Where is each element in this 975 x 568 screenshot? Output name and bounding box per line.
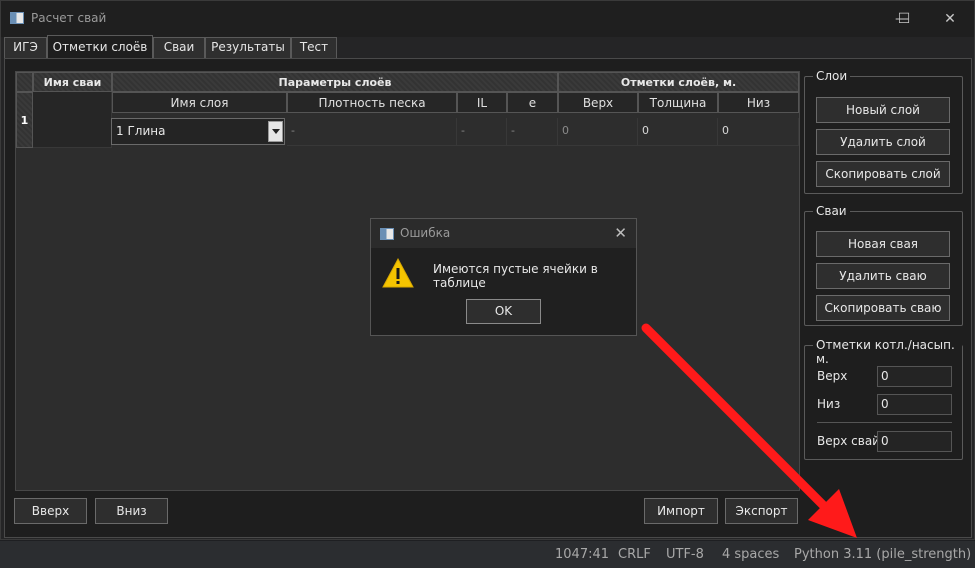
marks-divider [817, 422, 952, 423]
table-corner [16, 72, 33, 92]
header-layer-params[interactable]: Параметры слоёв [112, 72, 558, 92]
pile-top-label: Верх свай [817, 434, 880, 448]
tab-layer-marks[interactable]: Отметки слоёв [47, 35, 153, 58]
layer-name-value: 1 Глина [116, 124, 166, 138]
cell-e[interactable]: - [507, 118, 558, 146]
chevron-down-icon[interactable] [268, 121, 283, 142]
python-interpreter[interactable]: Python 3.11 (pile_strength) [794, 547, 971, 562]
marks-bottom-input[interactable]: 0 [877, 394, 952, 415]
cell-thickness[interactable]: 0 [638, 118, 718, 146]
cell-top[interactable]: 0 [558, 118, 638, 146]
title-bar[interactable]: Расчет свай — ☐ ✕ [1, 1, 974, 37]
copy-pile-button[interactable]: Скопировать сваю [816, 295, 950, 321]
layers-group-title: Слои [813, 69, 851, 83]
cell-pile-name[interactable] [33, 92, 112, 148]
pile-top-input[interactable]: 0 [877, 431, 952, 452]
piles-group-title: Сваи [813, 204, 850, 218]
cell-sand-density[interactable]: - [287, 118, 457, 146]
file-encoding[interactable]: UTF-8 [666, 547, 704, 562]
row-number[interactable]: 1 [16, 92, 33, 148]
line-endings[interactable]: CRLF [618, 547, 651, 562]
export-button[interactable]: Экспорт [725, 498, 798, 524]
ok-button[interactable]: OK [466, 299, 541, 324]
marks-bottom-label: Низ [817, 397, 841, 411]
dialog-title-bar[interactable]: Ошибка ✕ [371, 219, 636, 248]
maximize-button[interactable]: ☐ [881, 1, 927, 37]
header-layer-marks[interactable]: Отметки слоёв, м. [558, 72, 799, 92]
warning-icon [382, 257, 414, 288]
dialog-title: Ошибка [400, 226, 451, 240]
status-bar: 1047:41 CRLF UTF-8 4 spaces Python 3.11 … [0, 540, 975, 568]
error-dialog: Ошибка ✕ Имеются пустые ячейки в таблице… [370, 218, 637, 336]
delete-pile-button[interactable]: Удалить сваю [816, 263, 950, 289]
new-layer-button[interactable]: Новый слой [816, 97, 950, 123]
move-up-button[interactable]: Вверх [14, 498, 87, 524]
tab-results[interactable]: Результаты [205, 37, 291, 58]
layers-group: Слои Новый слой Удалить слой Скопировать… [804, 69, 963, 194]
cell-bottom[interactable]: 0 [718, 118, 799, 146]
marks-top-label: Верх [817, 369, 848, 383]
app-icon [10, 12, 24, 24]
tab-test[interactable]: Тест [291, 37, 337, 58]
subheader-layer-name[interactable]: Имя слоя [112, 92, 287, 113]
subheader-e[interactable]: e [507, 92, 558, 113]
subheader-thickness[interactable]: Толщина [638, 92, 718, 113]
marks-group: Отметки котл./насып. м. Верх 0 Низ 0 Вер… [804, 338, 963, 460]
marks-top-input[interactable]: 0 [877, 366, 952, 387]
dialog-message: Имеются пустые ячейки в таблице [433, 262, 598, 290]
app-icon [380, 228, 394, 240]
layer-name-combo[interactable]: 1 Глина [111, 118, 285, 145]
dialog-close-icon[interactable]: ✕ [614, 224, 627, 242]
header-pile-name[interactable]: Имя сваи [33, 72, 112, 92]
cell-il[interactable]: - [457, 118, 507, 146]
copy-layer-button[interactable]: Скопировать слой [816, 161, 950, 187]
cursor-position[interactable]: 1047:41 [555, 547, 609, 562]
subheader-bottom[interactable]: Низ [718, 92, 799, 113]
subheader-top[interactable]: Верх [558, 92, 638, 113]
close-button[interactable]: ✕ [927, 1, 973, 37]
indent-setting[interactable]: 4 spaces [722, 547, 779, 562]
delete-layer-button[interactable]: Удалить слой [816, 129, 950, 155]
subheader-il[interactable]: IL [457, 92, 507, 113]
marks-group-title: Отметки котл./насып. м. [813, 338, 962, 366]
piles-group: Сваи Новая свая Удалить сваю Скопировать… [804, 204, 963, 326]
new-pile-button[interactable]: Новая свая [816, 231, 950, 257]
subheader-sand-density[interactable]: Плотность песка [287, 92, 457, 113]
tab-piles[interactable]: Сваи [153, 37, 205, 58]
window-title: Расчет свай [31, 11, 107, 25]
move-down-button[interactable]: Вниз [95, 498, 168, 524]
tab-ige[interactable]: ИГЭ [4, 37, 47, 58]
import-button[interactable]: Импорт [644, 498, 718, 524]
